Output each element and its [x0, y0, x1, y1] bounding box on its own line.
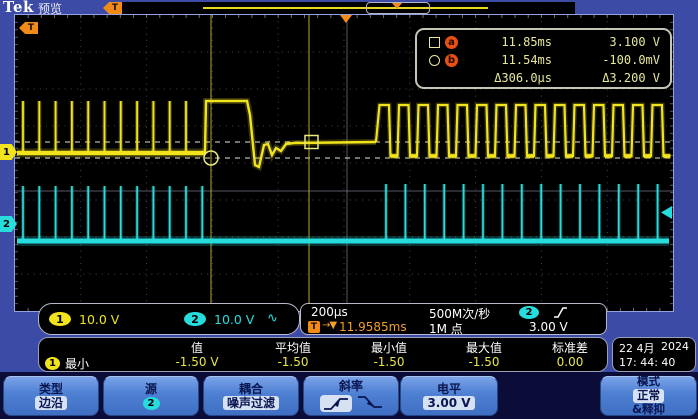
menu-mode-label: 模式	[637, 375, 660, 389]
col-min: 最小值	[341, 339, 437, 356]
measurement-headers: 值 平均值 最小值 最大值 标准差	[39, 339, 607, 356]
cursor-delta-time: Δ306.0μs	[477, 71, 552, 85]
meas-mean: -1.50	[245, 355, 341, 372]
ch2-scale[interactable]: 10.0 V	[214, 312, 254, 327]
datetime-box: 22 4月 2024 17: 44: 40	[612, 337, 696, 372]
measurement-bar: 值 平均值 最小值 最大值 标准差 1 最小 -1.50 V -1.50 -1.5…	[38, 337, 608, 372]
meas-min: -1.50	[341, 355, 437, 372]
circle-marker-icon	[429, 55, 440, 66]
trigger-delay-arrow-icon: →▼	[322, 320, 336, 331]
menu-level-value: 3.00 V	[423, 396, 474, 410]
meas-channel-badge: 1	[45, 357, 60, 370]
menu-source-label: 源	[145, 382, 157, 396]
col-value: 值	[149, 339, 245, 356]
menu-coupling-label: 耦合	[239, 382, 263, 396]
horizontal-trigger-status: 200μs 500M次/秒 2 T →▼ 11.9585ms 1M 点 3.00…	[300, 303, 607, 335]
cursor-b-volt: -100.0mV	[552, 53, 660, 67]
menu-coupling-button[interactable]: 耦合 噪声过滤	[203, 376, 299, 416]
meas-max: -1.50	[437, 355, 531, 372]
channel-readout-bar: 1 10.0 V 2 10.0 V ∿	[38, 303, 300, 335]
menu-source-button[interactable]: 源 2	[103, 376, 199, 416]
softkey-menu: 类型 边沿 源 2 耦合 噪声过滤 斜率 电平 3.00 V	[0, 372, 698, 419]
meas-stddev: 0.00	[531, 355, 609, 372]
ch1-badge[interactable]: 1	[49, 312, 71, 326]
menu-slope-button[interactable]: 斜率	[303, 376, 399, 416]
horizontal-scale: 200μs	[311, 305, 348, 319]
trigger-source-badge: 2	[519, 306, 539, 319]
falling-slope-icon[interactable]	[357, 394, 383, 413]
menu-source-value: 2	[143, 397, 160, 410]
cursor-b-symbol: b	[429, 54, 477, 67]
record-length: 1M 点	[429, 320, 463, 337]
record-trigger-flag-icon: T	[103, 2, 122, 14]
col-mean: 平均值	[245, 339, 341, 356]
oscilloscope-screen: Tek 预览 T T a 11.85ms 3.100 V b 11.54ms -…	[0, 0, 698, 419]
ch2-coupling-icon: ∿	[267, 311, 278, 326]
trigger-level-readout: 3.00 V	[529, 320, 568, 334]
record-view-bar[interactable]: T	[116, 2, 575, 14]
measurement-row: 1 最小 -1.50 V -1.50 -1.50 -1.50 0.00	[39, 355, 607, 372]
trigger-t-icon: T	[308, 321, 320, 333]
cursor-a-volt: 3.100 V	[552, 35, 660, 49]
time-label: 17: 44: 40	[619, 356, 689, 369]
cursor-a-symbol: a	[429, 36, 477, 49]
ch2-badge[interactable]: 2	[184, 312, 206, 326]
cursor-readout: a 11.85ms 3.100 V b 11.54ms -100.0mV Δ30…	[415, 28, 672, 89]
menu-coupling-value: 噪声过滤	[223, 396, 279, 410]
year-label: 2024	[661, 340, 689, 356]
cursor-a-time: 11.85ms	[477, 35, 552, 49]
menu-mode-extra: &释抑	[632, 403, 665, 417]
record-trigger-position-icon	[392, 3, 402, 9]
cursor-b-badge: b	[445, 54, 458, 67]
cursor-b-time: 11.54ms	[477, 53, 552, 67]
menu-type-label: 类型	[39, 382, 63, 396]
square-marker-icon	[429, 37, 440, 48]
cursor-a-badge: a	[445, 36, 458, 49]
cursor-delta-volt: Δ3.200 V	[552, 71, 660, 85]
menu-type-button[interactable]: 类型 边沿	[3, 376, 99, 416]
menu-type-value: 边沿	[35, 396, 67, 410]
date-label: 22 4月	[619, 340, 655, 356]
ch1-scale[interactable]: 10.0 V	[79, 312, 119, 327]
trigger-delay: 11.9585ms	[339, 320, 407, 334]
menu-level-button[interactable]: 电平 3.00 V	[400, 376, 498, 416]
meas-value: -1.50 V	[149, 355, 245, 372]
menu-mode-value: 正常	[633, 389, 664, 403]
menu-level-label: 电平	[437, 382, 461, 396]
col-stddev: 标准差	[531, 339, 609, 356]
menu-slope-label: 斜率	[339, 379, 363, 393]
rising-slope-icon[interactable]	[320, 395, 352, 412]
meas-name: 最小	[65, 355, 89, 372]
record-waveform-line	[203, 7, 488, 9]
col-max: 最大值	[437, 339, 531, 356]
menu-mode-button[interactable]: 模式 正常 &释抑	[600, 376, 697, 416]
